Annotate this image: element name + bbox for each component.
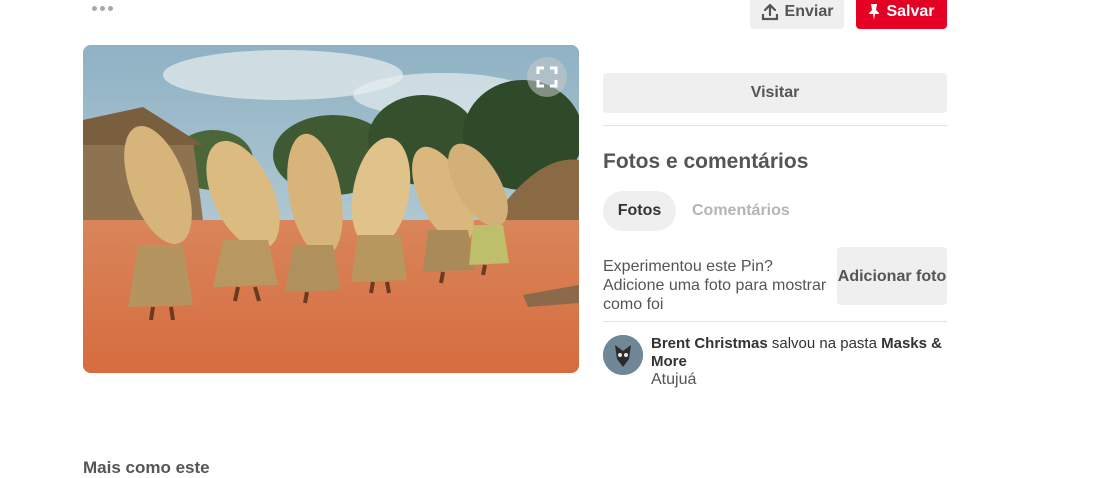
- tab-comments[interactable]: Comentários: [684, 191, 798, 231]
- upload-icon: [761, 3, 778, 20]
- divider: [603, 125, 947, 126]
- send-button[interactable]: Enviar: [750, 0, 844, 29]
- avatar[interactable]: [603, 335, 643, 375]
- more-like-this-heading: Mais como este: [83, 458, 210, 477]
- try-pin-prompt: Experimentou este Pin? Adicione uma foto…: [603, 258, 827, 313]
- divider: [603, 321, 947, 322]
- pin-icon: [869, 3, 880, 20]
- add-photo-button[interactable]: Adicionar foto: [837, 247, 947, 305]
- send-label: Enviar: [784, 2, 834, 20]
- visit-button[interactable]: Visitar: [603, 73, 947, 113]
- save-label: Salvar: [886, 2, 935, 20]
- more-options-button[interactable]: [92, 2, 116, 14]
- user-name-link[interactable]: Brent Christmas: [651, 335, 768, 352]
- saved-action-text: salvou na pasta: [767, 335, 882, 352]
- expand-icon: [536, 66, 558, 88]
- saved-activity: Brent Christmas salvou na pasta Masks & …: [651, 335, 951, 371]
- more-dots-icon: [92, 5, 97, 11]
- pin-image[interactable]: [83, 45, 579, 373]
- pin-description: Atujuá: [651, 371, 697, 388]
- dancers-photo: [83, 45, 579, 373]
- expand-button[interactable]: [527, 57, 567, 97]
- user-avatar-image: [603, 335, 643, 375]
- tab-fotos[interactable]: Fotos: [603, 191, 676, 231]
- save-button[interactable]: Salvar: [856, 0, 947, 29]
- section-title: Fotos e comentários: [603, 150, 809, 173]
